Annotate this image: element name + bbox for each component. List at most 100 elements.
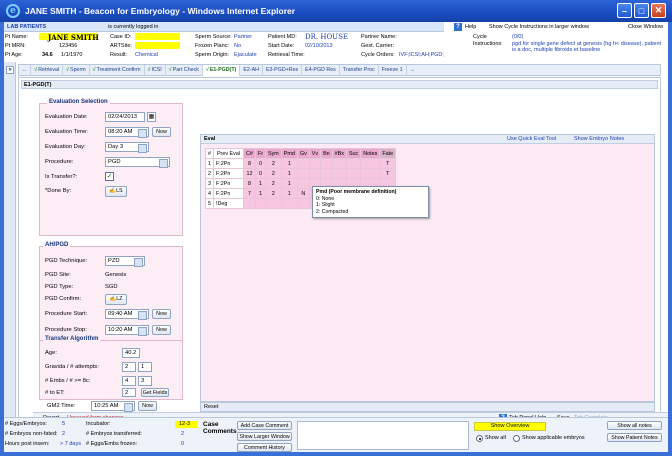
help-link[interactable]: Help — [465, 24, 476, 30]
tab-part-check[interactable]: √ Part Check — [166, 64, 203, 76]
table-cell[interactable] — [345, 158, 362, 169]
maximize-button[interactable]: □ — [634, 3, 649, 18]
table-cell[interactable] — [265, 198, 282, 209]
procedure-stop-select[interactable]: 10:20 AM — [105, 325, 149, 336]
evaluation-time-select[interactable]: 08:20 AM — [105, 127, 149, 138]
done-by-signature-button[interactable]: ✍LS — [105, 186, 127, 197]
gm2-now-button[interactable]: Now — [138, 401, 157, 411]
tab-treatment-confirm[interactable]: √ Treatment Confirm — [90, 64, 145, 76]
lab-patients-link[interactable]: LAB PATIENTS — [7, 24, 46, 30]
expand-sidebar-icon[interactable]: » — [6, 66, 14, 74]
case-comments-textarea[interactable] — [297, 421, 469, 450]
show-all-notes-button[interactable]: Show all notes — [607, 421, 662, 430]
evaluation-day-select[interactable]: Day 3 — [105, 142, 149, 153]
show-overview-button[interactable]: Show Overview — [474, 422, 546, 431]
table-cell[interactable]: 1 — [280, 158, 298, 169]
tab-e1-pgd[interactable]: √ E1-PGD(T) — [202, 64, 241, 76]
procedure-start-now-button[interactable]: Now — [152, 309, 171, 319]
show-embryo-notes-link[interactable]: Show Embryo Notes — [574, 136, 624, 142]
age-input[interactable]: 40.2 — [122, 348, 140, 358]
table-cell[interactable]: 12 — [243, 168, 256, 179]
show-applicable-radio[interactable] — [513, 435, 520, 442]
quick-eval-tool-link[interactable]: Use Quick Eval Tool — [507, 136, 556, 142]
tab-sperm[interactable]: √ Sperm — [63, 64, 90, 76]
table-cell[interactable] — [331, 158, 347, 169]
table-cell[interactable]: 1 — [280, 178, 298, 189]
minimize-button[interactable]: – — [617, 3, 632, 18]
show-larger-window-button[interactable]: Show Larger Window — [237, 432, 292, 441]
pgd-confirm-signature-button[interactable]: ✍LZ — [105, 294, 127, 305]
table-cell[interactable] — [308, 168, 322, 179]
sperm-origin: Ejaculate — [234, 52, 257, 58]
table-cell[interactable]: 1 — [280, 188, 298, 199]
evaluation-date-input[interactable]: 02/24/2013 — [105, 112, 145, 122]
table-cell[interactable]: 2 — [265, 158, 282, 169]
table-cell[interactable] — [345, 168, 362, 179]
table-cell[interactable]: T — [379, 168, 397, 179]
show-all-radio[interactable] — [476, 435, 483, 442]
tabs-scroll-right-icon[interactable]: → — [407, 65, 418, 76]
table-cell[interactable]: 8 — [243, 158, 256, 169]
table-cell[interactable]: 2 — [265, 178, 282, 189]
table-cell[interactable] — [296, 158, 310, 169]
tab-e3-pgd-res[interactable]: E3-PGD+Res — [263, 64, 303, 76]
calendar-icon[interactable]: ▦ — [147, 112, 156, 122]
add-case-comment-button[interactable]: Add Case Comment — [237, 421, 292, 430]
table-cell[interactable]: T — [379, 158, 397, 169]
workflow-tab-strip: ← √ Retrieval √ Sperm √ Treatment Confirm √… — [18, 64, 661, 76]
table-cell[interactable]: 1 — [254, 188, 267, 199]
tab-icsi[interactable]: √ ICSI — [145, 64, 166, 76]
tab-retrieval[interactable]: √ Retrieval — [31, 64, 64, 76]
left-collapse-gutter: » — [4, 62, 16, 417]
table-cell[interactable]: 2 — [265, 188, 282, 199]
close-window-button[interactable]: ✕ — [651, 3, 666, 18]
table-cell[interactable] — [320, 168, 333, 179]
gravida-input[interactable]: 2 — [122, 362, 136, 372]
table-cell[interactable]: 1 — [280, 168, 298, 179]
is-transfer-checkbox[interactable]: ✓ — [105, 172, 114, 181]
tabs-scroll-left-icon[interactable]: ← — [19, 64, 32, 76]
table-cell[interactable]: 1 — [254, 178, 267, 189]
procedure-stop-now-button[interactable]: Now — [152, 325, 171, 335]
eval-grid-header: Eval Use Quick Eval Tool Show Embryo Not… — [201, 135, 654, 144]
embs-input[interactable]: 4 — [122, 376, 136, 386]
evaluation-time-label[interactable]: Evaluation Time: — [45, 129, 88, 135]
table-cell[interactable]: 7 — [243, 188, 256, 199]
show-cycle-instructions-link[interactable]: Show Cycle Instructions in larger window — [489, 24, 589, 30]
table-cell[interactable] — [296, 198, 310, 209]
procedure-start-select[interactable]: 09:40 AM — [105, 309, 149, 320]
reset-button[interactable]: Reset — [204, 404, 218, 410]
table-cell[interactable] — [280, 198, 298, 209]
table-cell[interactable] — [360, 168, 381, 179]
table-cell[interactable] — [296, 178, 310, 189]
table-cell[interactable]: N — [296, 188, 310, 199]
table-cell[interactable] — [254, 198, 267, 209]
table-cell[interactable] — [320, 158, 333, 169]
tab-transfer-proc[interactable]: Transfer Proc — [340, 64, 379, 76]
result-label: Result: — [110, 52, 128, 58]
attempts-input[interactable]: 1 — [138, 362, 152, 372]
table-cell[interactable] — [331, 168, 347, 179]
to-et-input[interactable]: 2 — [122, 388, 136, 397]
pgd-technique-select[interactable]: PZD — [105, 256, 145, 267]
table-cell[interactable] — [308, 158, 322, 169]
table-cell[interactable]: 8 — [243, 178, 256, 189]
table-cell[interactable] — [243, 198, 256, 209]
table-cell[interactable] — [360, 158, 381, 169]
table-cell[interactable] — [296, 168, 310, 179]
tab-e4-pgd-res[interactable]: E4-PGD Res — [302, 64, 340, 76]
table-cell[interactable]: 2 — [265, 168, 282, 179]
ge8c-input[interactable]: 3 — [138, 376, 152, 386]
table-cell[interactable]: 0 — [254, 158, 267, 169]
gm2-time-select[interactable]: 10:25 AM — [91, 401, 135, 412]
procedure-select[interactable]: PGD — [105, 157, 170, 168]
table-cell[interactable]: 0 — [254, 168, 267, 179]
tab-e2-ah[interactable]: E2-AH — [240, 64, 263, 76]
show-patient-notes-button[interactable]: Show Patient Notes — [607, 433, 662, 442]
tab-freeze-1[interactable]: Freeze 1 — [379, 64, 407, 76]
get-fields-button[interactable]: Get Fields — [141, 388, 169, 397]
evaluation-time-now-button[interactable]: Now — [152, 127, 171, 137]
close-window-link[interactable]: Close Window — [628, 24, 663, 30]
help-icon[interactable]: ? — [454, 23, 462, 31]
comment-history-button[interactable]: Comment History — [237, 443, 292, 452]
